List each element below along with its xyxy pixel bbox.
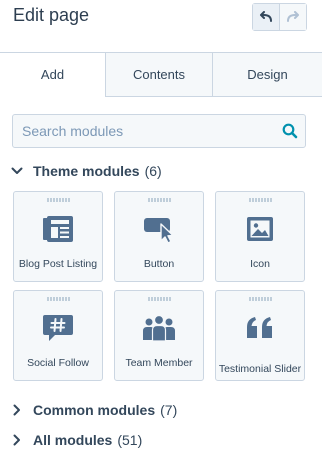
panel-tabs: Add Contents Design	[0, 52, 322, 97]
drag-handle-icon	[47, 297, 70, 301]
blog-listing-icon	[14, 212, 102, 246]
undo-icon	[259, 11, 272, 22]
section-name: All modules	[33, 432, 113, 448]
module-label: Testimonial Slider	[218, 363, 302, 375]
chevron-down-icon	[9, 163, 25, 179]
module-card-social-follow[interactable]: Social Follow	[13, 290, 103, 381]
module-label: Blog Post Listing	[18, 257, 98, 270]
section-name: Theme modules	[33, 163, 140, 179]
redo-button[interactable]	[279, 4, 306, 30]
module-card-icon[interactable]: Icon	[215, 191, 305, 282]
chevron-right-icon	[9, 432, 25, 448]
drag-handle-icon	[148, 297, 171, 301]
section-count: (51)	[117, 432, 143, 448]
section-theme-modules[interactable]: Theme modules (6)	[9, 161, 162, 181]
search-box	[12, 114, 306, 148]
drag-handle-icon	[47, 198, 70, 202]
search-icon[interactable]	[275, 115, 305, 147]
module-card-blog-post-listing[interactable]: Blog Post Listing	[13, 191, 103, 282]
redo-icon	[286, 11, 299, 22]
module-label: Team Member	[125, 356, 193, 369]
page-title: Edit page	[13, 5, 90, 25]
hashtag-chat-icon	[14, 311, 102, 345]
undo-button[interactable]	[253, 4, 280, 30]
module-card-team-member[interactable]: Team Member	[114, 290, 204, 381]
module-label: Icon	[250, 257, 270, 270]
section-count: (7)	[160, 402, 178, 418]
module-card-testimonial-slider[interactable]: Testimonial Slider	[215, 290, 305, 381]
section-count: (6)	[144, 163, 162, 179]
module-card-button[interactable]: Button	[114, 191, 204, 282]
section-name: Common modules	[33, 402, 156, 418]
undo-redo-group	[252, 3, 307, 31]
module-label: Social Follow	[27, 356, 89, 369]
quote-icon	[216, 311, 304, 345]
panel-header: Edit page	[0, 0, 322, 52]
drag-handle-icon	[148, 198, 171, 202]
button-cursor-icon	[115, 212, 203, 246]
section-all-modules[interactable]: All modules (51)	[9, 430, 142, 450]
tab-add[interactable]: Add	[0, 52, 105, 97]
team-icon	[115, 311, 203, 345]
tab-design[interactable]: Design	[212, 52, 322, 97]
tab-contents[interactable]: Contents	[105, 52, 212, 97]
section-common-modules[interactable]: Common modules (7)	[9, 400, 177, 420]
image-icon	[216, 212, 304, 246]
module-label: Button	[143, 257, 175, 270]
chevron-right-icon	[9, 402, 25, 418]
drag-handle-icon	[249, 198, 272, 202]
search-input[interactable]	[13, 115, 275, 147]
drag-handle-icon	[249, 297, 272, 301]
